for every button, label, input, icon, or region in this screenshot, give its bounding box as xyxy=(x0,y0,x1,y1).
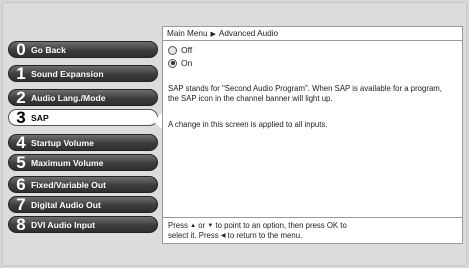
menu-item-number: 8 xyxy=(16,215,26,234)
menu-item-number: 3 xyxy=(16,108,26,127)
footer-text: select it. Press xyxy=(168,231,219,240)
down-arrow-icon: ▼ xyxy=(207,223,214,229)
radio-off-icon xyxy=(168,45,177,55)
menu-item-label: Audio Lang./Mode xyxy=(31,92,106,103)
menu-item-number: 6 xyxy=(16,175,26,194)
menu-item-label: Go Back xyxy=(31,44,66,55)
menu-item-sound-expansion[interactable]: 1 Sound Expansion xyxy=(8,65,158,82)
menu-item-go-back[interactable]: 0 Go Back xyxy=(8,41,158,58)
menu-item-label: Sound Expansion xyxy=(31,68,104,79)
menu-item-number: 2 xyxy=(16,88,26,107)
menu-item-label: SAP xyxy=(31,112,49,123)
menu-item-dvi-audio-input[interactable]: 8 DVI Audio Input xyxy=(8,216,158,233)
breadcrumb: Main Menu ▶ Advanced Audio xyxy=(163,27,462,41)
menu-item-number: 5 xyxy=(16,153,26,172)
menu-item-maximum-volume[interactable]: 5 Maximum Volume xyxy=(8,154,158,171)
menu-item-audio-lang-mode[interactable]: 2 Audio Lang./Mode xyxy=(8,89,158,106)
option-label: On xyxy=(181,58,193,68)
menu-item-label: Maximum Volume xyxy=(31,157,104,168)
sap-description: SAP stands for "Second Audio Program". W… xyxy=(168,84,442,103)
menu-item-fixed-variable-out[interactable]: 6 Fixed/Variable Out xyxy=(8,176,158,193)
menu-item-label: Startup Volume xyxy=(31,137,94,148)
tv-menu-screen: 0 Go Back 1 Sound Expansion 2 Audio Lang… xyxy=(2,2,467,266)
menu-item-digital-audio-out[interactable]: 7 Digital Audio Out xyxy=(8,196,158,213)
breadcrumb-arrow-icon: ▶ xyxy=(210,31,216,38)
menu-item-label: Digital Audio Out xyxy=(31,199,101,210)
menu-item-label: Fixed/Variable Out xyxy=(31,179,106,190)
menu-item-number: 7 xyxy=(16,195,26,214)
footer-text: Press xyxy=(168,221,188,230)
footer-text: to return to the menu. xyxy=(227,231,303,240)
footer-text: or xyxy=(198,221,206,230)
option-off[interactable]: Off xyxy=(168,45,192,55)
menu-item-startup-volume[interactable]: 4 Startup Volume xyxy=(8,134,158,151)
footer-text: to point to an option, then press OK to xyxy=(215,221,347,230)
up-arrow-icon: ▲ xyxy=(190,223,197,229)
left-arrow-icon: ◀ xyxy=(220,233,226,239)
menu-item-label: DVI Audio Input xyxy=(31,219,96,230)
apply-note: A change in this screen is applied to al… xyxy=(168,120,328,129)
menu-item-number: 1 xyxy=(16,64,26,83)
breadcrumb-current: Advanced Audio xyxy=(218,29,279,38)
sap-settings-panel: Main Menu ▶ Advanced Audio Off On SAP stan… xyxy=(162,26,463,244)
option-label: Off xyxy=(181,45,193,55)
option-on[interactable]: On xyxy=(168,58,192,68)
menu-item-number: 0 xyxy=(16,40,26,59)
help-footer: Press ▲ or ▼ to point to an option, then… xyxy=(163,217,462,243)
selection-pointer-icon xyxy=(153,113,162,129)
breadcrumb-root: Main Menu xyxy=(167,29,208,38)
radio-on-icon xyxy=(168,58,177,68)
menu-item-number: 4 xyxy=(16,133,26,152)
menu-item-sap[interactable]: 3 SAP xyxy=(8,109,158,126)
